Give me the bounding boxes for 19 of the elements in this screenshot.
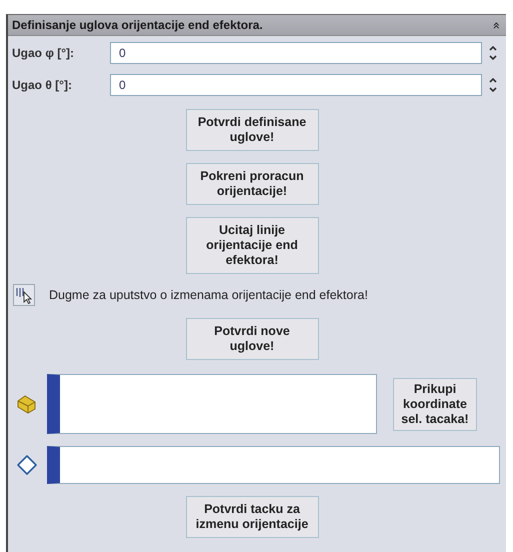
field-label: Ugao φ [°]: [12, 46, 76, 60]
angle-input-field[interactable]: 0 [110, 42, 482, 64]
help-text: Dugme za uputstvo o izmenama orijentacije end efektora! [49, 288, 368, 302]
collapse-button[interactable]: « [490, 21, 503, 29]
action-button[interactable]: Ucitaj linije orijentacije end efektora! [186, 217, 318, 274]
panel-title: Definisanje uglova orijentacije end efektora. [12, 18, 263, 32]
selection-list-box[interactable] [47, 446, 500, 484]
spinner-icon[interactable] [488, 75, 498, 95]
diamond-icon [15, 453, 39, 477]
spinner-icon[interactable] [488, 43, 498, 63]
confirm-point-button[interactable]: Potvrdi tacku za izmenu orijentacije [186, 496, 318, 538]
angle-input-field[interactable]: 0 [110, 74, 482, 96]
cursor-icon[interactable] [13, 284, 35, 306]
field-label: Ugao θ [°]: [12, 78, 73, 92]
action-button[interactable]: Pokreni proracun orijentacije! [186, 163, 318, 205]
collect-button[interactable]: Prikupi koordinate sel. tacaka! [393, 378, 477, 430]
selection-list-box[interactable] [47, 374, 377, 434]
action-button[interactable]: Potvrdi definisane uglove! [186, 109, 318, 151]
confirm-button[interactable]: Potvrdi nove uglove! [186, 318, 318, 360]
